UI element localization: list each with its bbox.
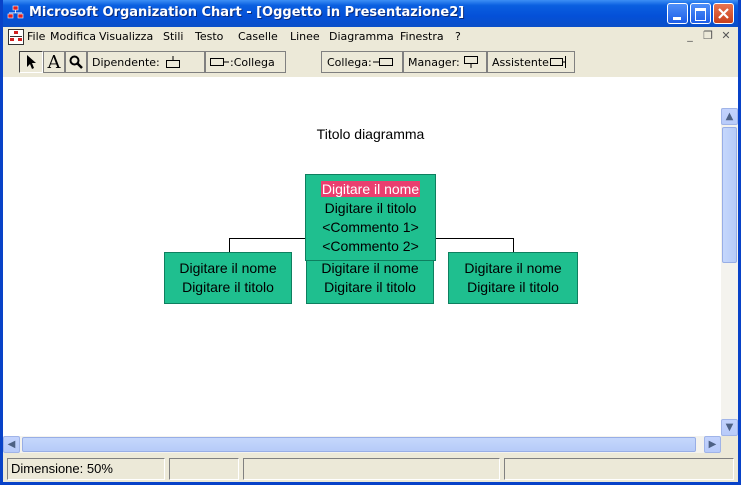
manager-label: Manager:: [408, 55, 460, 69]
maximize-icon: [695, 8, 706, 21]
horizontal-scroll-thumb[interactable]: [22, 437, 696, 452]
connector-right: [513, 238, 514, 252]
status-pane-2: [169, 458, 239, 480]
status-bar: Dimensione: 50%: [3, 455, 738, 482]
menu-stili[interactable]: Stili: [163, 30, 183, 43]
subordinate-box-1[interactable]: Digitare il nome Digitare il titolo: [164, 252, 292, 304]
manager-name-line: Digitare il nome: [306, 180, 435, 199]
horizontal-scrollbar[interactable]: ◀ ▶: [3, 436, 721, 453]
title-bar[interactable]: Microsoft Organization Chart - [Oggetto …: [3, 0, 738, 27]
close-icon: [718, 8, 729, 19]
status-pane-4: [504, 458, 734, 480]
coworker-right-icon: [372, 58, 393, 66]
assistant-box-icon: [549, 56, 566, 68]
subordinate-1-title: Digitare il titolo: [182, 279, 274, 295]
collega-right-button[interactable]: Collega:: [321, 51, 403, 73]
collega-left-button[interactable]: :Collega: [205, 51, 286, 73]
app-window: Microsoft Organization Chart - [Oggetto …: [0, 0, 741, 485]
status-zoom: Dimensione: 50%: [7, 458, 165, 480]
scrollbar-corner: [721, 436, 738, 453]
menu-bar: File Modifica Visualizza Stili Testo Cas…: [3, 27, 738, 47]
manager-comment-1[interactable]: <Commento 1>: [306, 218, 435, 237]
select-tool-button[interactable]: [19, 51, 43, 73]
subordinate-1-name: Digitare il nome: [179, 260, 277, 276]
subordinate-box-3[interactable]: Digitare il nome Digitare il titolo: [448, 252, 578, 304]
mdi-close-icon[interactable]: ✕: [718, 28, 734, 44]
arrow-pointer-icon: [27, 55, 36, 69]
minimize-button[interactable]: [667, 3, 688, 24]
dipendente-label: Dipendente:: [92, 55, 160, 69]
menu-linee[interactable]: Linee: [290, 30, 320, 43]
text-tool-button[interactable]: A: [43, 51, 65, 73]
manager-button[interactable]: Manager:: [403, 51, 487, 73]
vertical-scrollbar[interactable]: ▲ ▼: [721, 108, 738, 436]
menu-visualizza[interactable]: Visualizza: [99, 30, 153, 43]
scroll-left-arrow-icon[interactable]: ◀: [3, 436, 20, 453]
menu-modifica[interactable]: Modifica: [50, 30, 96, 43]
toolbar: A Dipendente: :Collega Collega: Manager:…: [3, 47, 738, 78]
dipendente-button[interactable]: Dipendente:: [87, 51, 205, 73]
subordinate-2-name: Digitare il nome: [321, 260, 419, 276]
subordinate-2-title: Digitare il titolo: [324, 279, 416, 295]
magnifier-icon: [69, 55, 83, 69]
canvas-area[interactable]: [3, 77, 738, 108]
scroll-up-arrow-icon[interactable]: ▲: [721, 108, 738, 125]
zoom-tool-button[interactable]: [65, 51, 87, 73]
menu-help[interactable]: ?: [455, 30, 461, 43]
vertical-scroll-thumb[interactable]: [722, 127, 737, 263]
scroll-down-arrow-icon[interactable]: ▼: [721, 419, 738, 436]
close-button[interactable]: [713, 3, 734, 24]
collega-right-label: Collega:: [327, 55, 372, 69]
assistente-label: Assistente: [492, 55, 549, 69]
document-org-chart-icon[interactable]: [8, 29, 24, 45]
manager-comment-2[interactable]: <Commento 2>: [306, 237, 435, 256]
org-chart-app-icon: [7, 5, 24, 19]
coworker-left-icon: [210, 58, 229, 66]
scroll-right-arrow-icon[interactable]: ▶: [704, 436, 721, 453]
manager-box-icon: [463, 56, 478, 68]
subordinate-3-title: Digitare il titolo: [467, 279, 559, 295]
manager-box[interactable]: Digitare il nome Digitare il titolo <Com…: [305, 174, 436, 261]
menu-testo[interactable]: Testo: [195, 30, 223, 43]
collega-left-label: :Collega: [230, 55, 275, 69]
minimize-icon: [673, 17, 681, 20]
menu-file[interactable]: File: [27, 30, 45, 43]
maximize-button[interactable]: [690, 3, 711, 24]
manager-title[interactable]: Digitare il titolo: [306, 199, 435, 218]
status-pane-3: [243, 458, 500, 480]
subordinate-3-name: Digitare il nome: [464, 260, 562, 276]
mdi-restore-icon[interactable]: ❐: [700, 28, 716, 44]
subordinate-box-icon: [165, 56, 180, 68]
connector-left: [229, 238, 230, 252]
manager-name[interactable]: Digitare il nome: [320, 181, 421, 197]
menu-diagramma[interactable]: Diagramma: [329, 30, 394, 43]
assistente-button[interactable]: Assistente: [487, 51, 575, 73]
window-title: Microsoft Organization Chart - [Oggetto …: [29, 5, 465, 20]
mdi-minimize-icon[interactable]: _: [682, 28, 698, 44]
menu-finestra[interactable]: Finestra: [400, 30, 444, 43]
chart-title[interactable]: Titolo diagramma: [3, 126, 738, 142]
menu-caselle[interactable]: Caselle: [238, 30, 278, 43]
